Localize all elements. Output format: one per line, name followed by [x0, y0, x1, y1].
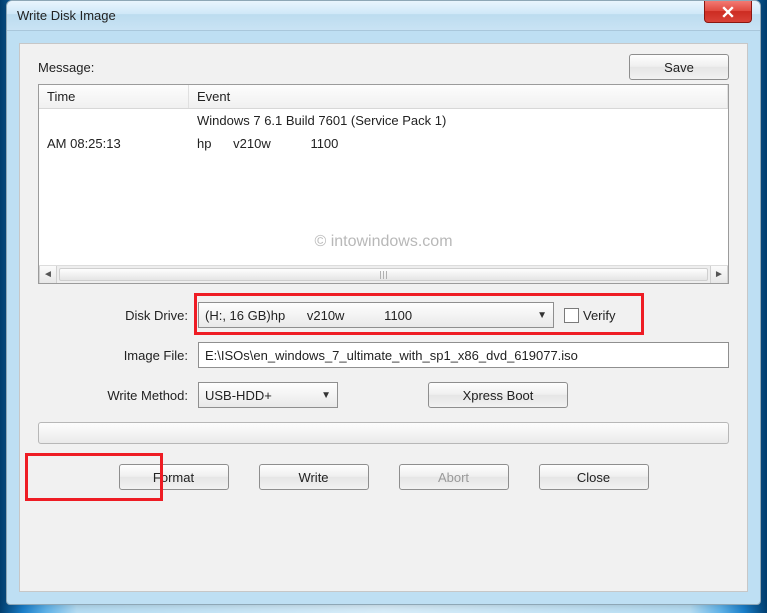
column-event[interactable]: Event [189, 85, 728, 108]
titlebar[interactable]: Write Disk Image [7, 1, 760, 31]
image-file-label: Image File: [38, 348, 198, 363]
scroll-right-icon[interactable]: ► [710, 266, 728, 283]
list-header[interactable]: Time Event [39, 85, 728, 109]
cell-event: hp v210w 1100 [189, 132, 728, 155]
progress-bar [38, 422, 729, 444]
write-button[interactable]: Write [259, 464, 369, 490]
close-window-button[interactable] [704, 1, 752, 23]
write-method-value: USB-HDD+ [205, 388, 272, 403]
button-row: Format Write Abort Close [38, 464, 729, 490]
cell-time [39, 109, 189, 132]
window-title: Write Disk Image [17, 8, 116, 23]
save-button[interactable]: Save [629, 54, 729, 80]
verify-label: Verify [583, 308, 616, 323]
form-area: Disk Drive: (H:, 16 GB)hp v210w 1100 ▼ V… [38, 302, 729, 408]
scroll-left-icon[interactable]: ◄ [39, 266, 57, 283]
write-method-label: Write Method: [38, 388, 198, 403]
horizontal-scrollbar[interactable]: ◄ ► [39, 265, 728, 283]
message-label: Message: [38, 60, 94, 75]
abort-button[interactable]: Abort [399, 464, 509, 490]
window: Write Disk Image Message: Save Time Even… [6, 0, 761, 605]
disk-drive-value: (H:, 16 GB)hp v210w 1100 [205, 308, 412, 323]
image-file-input[interactable]: E:\ISOs\en_windows_7_ultimate_with_sp1_x… [198, 342, 729, 368]
disk-drive-row: Disk Drive: (H:, 16 GB)hp v210w 1100 ▼ V… [38, 302, 729, 328]
verify-wrap: Verify [564, 308, 616, 323]
chevron-down-icon: ▼ [315, 390, 331, 401]
list-body: Windows 7 6.1 Build 7601 (Service Pack 1… [39, 109, 728, 265]
disk-drive-label: Disk Drive: [38, 308, 198, 323]
watermark: © intowindows.com [39, 233, 728, 251]
format-button[interactable]: Format [119, 464, 229, 490]
write-method-select[interactable]: USB-HDD+ ▼ [198, 382, 338, 408]
message-header-row: Message: Save [38, 54, 729, 80]
image-file-row: Image File: E:\ISOs\en_windows_7_ultimat… [38, 342, 729, 368]
close-icon [722, 6, 734, 18]
scroll-thumb[interactable] [59, 268, 708, 281]
disk-drive-select[interactable]: (H:, 16 GB)hp v210w 1100 ▼ [198, 302, 554, 328]
verify-checkbox[interactable] [564, 308, 579, 323]
close-button[interactable]: Close [539, 464, 649, 490]
message-list: Time Event Windows 7 6.1 Build 7601 (Ser… [38, 84, 729, 284]
image-file-value: E:\ISOs\en_windows_7_ultimate_with_sp1_x… [205, 348, 578, 363]
column-time[interactable]: Time [39, 85, 189, 108]
chevron-down-icon: ▼ [531, 310, 547, 321]
xpress-boot-button[interactable]: Xpress Boot [428, 382, 568, 408]
scroll-track[interactable] [57, 266, 710, 283]
cell-event: Windows 7 6.1 Build 7601 (Service Pack 1… [189, 109, 728, 132]
list-row[interactable]: AM 08:25:13 hp v210w 1100 [39, 132, 728, 155]
client-area: Message: Save Time Event Windows 7 6.1 B… [19, 43, 748, 592]
list-row[interactable]: Windows 7 6.1 Build 7601 (Service Pack 1… [39, 109, 728, 132]
cell-time: AM 08:25:13 [39, 132, 189, 155]
write-method-row: Write Method: USB-HDD+ ▼ Xpress Boot [38, 382, 729, 408]
